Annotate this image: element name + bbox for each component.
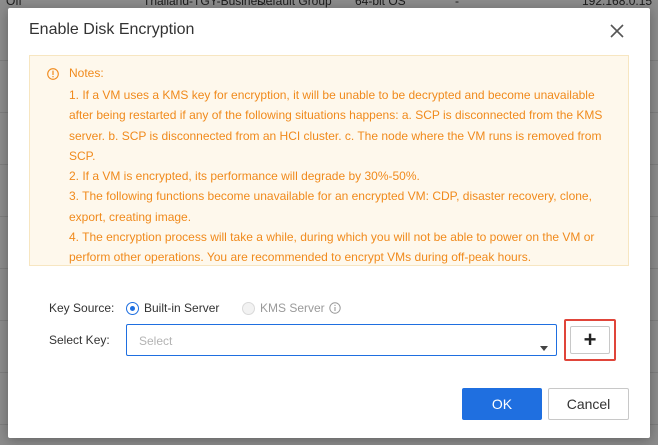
notes-panel: Notes: 1. If a VM uses a KMS key for enc…	[29, 55, 629, 266]
select-placeholder: Select	[139, 334, 173, 348]
radio-kms-server: KMS Server	[242, 300, 325, 316]
radio-checked-indicator[interactable]	[126, 301, 139, 315]
dialog-header: Enable Disk Encryption	[8, 8, 650, 54]
close-icon[interactable]	[608, 22, 626, 40]
notes-item: 1. If a VM uses a KMS key for encryption…	[69, 88, 603, 163]
notes-list: 1. If a VM uses a KMS key for encryption…	[69, 85, 617, 268]
radio-built-in-server[interactable]: Built-in Server	[126, 300, 219, 316]
enable-disk-encryption-dialog: Enable Disk Encryption Notes: 1. If a VM…	[8, 8, 650, 438]
radio-label: Built-in Server	[144, 301, 220, 315]
warning-info-icon	[47, 67, 59, 80]
notes-title: Notes:	[69, 66, 104, 80]
notes-item: 3. The following functions become unavai…	[69, 189, 592, 224]
key-source-label: Key Source:	[49, 301, 115, 315]
radio-label: KMS Server	[260, 301, 325, 315]
radio-disabled-indicator	[242, 301, 255, 315]
info-icon[interactable]	[329, 301, 341, 314]
select-key-label: Select Key:	[49, 333, 110, 347]
notes-item: 2. If a VM is encrypted, its performance…	[69, 169, 420, 184]
ok-button[interactable]: OK	[462, 388, 542, 420]
add-key-button[interactable]: +	[570, 326, 610, 354]
dialog-title: Enable Disk Encryption	[29, 21, 195, 38]
cancel-button[interactable]: Cancel	[548, 388, 629, 420]
add-key-highlight: +	[564, 319, 616, 361]
select-key-dropdown[interactable]: Select	[126, 324, 557, 356]
caret-down-icon	[540, 338, 548, 351]
notes-item: 4. The encryption process will take a wh…	[69, 230, 595, 265]
